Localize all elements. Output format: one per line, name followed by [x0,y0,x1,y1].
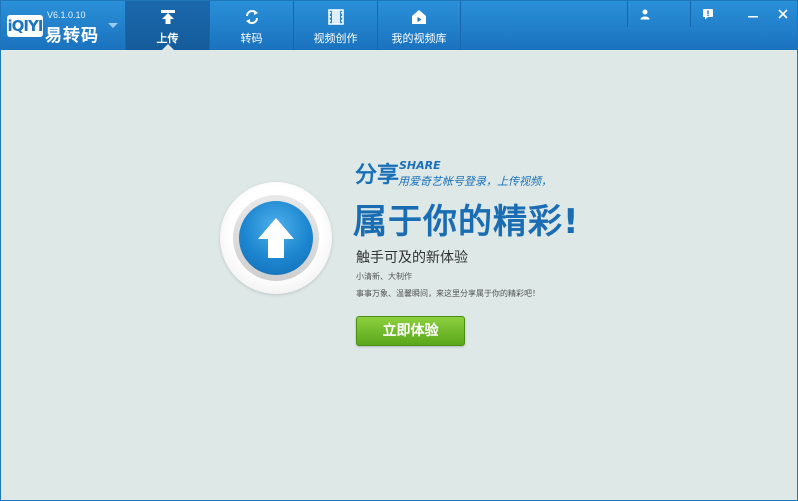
tab-my-library-label: 我的视频库 [391,32,447,45]
close-icon [777,9,788,19]
alert-icon [702,9,713,20]
active-tab-indicator [161,44,174,50]
top-bar: iQIYI V6.1.0.10 易转码 上传 转码 视频创作 我的视频库 [1,1,797,50]
try-now-button[interactable]: 立即体验 [356,316,465,346]
minimize-icon [748,16,758,18]
film-icon [327,9,344,25]
iqiyi-logo: iQIYI [7,15,43,37]
hero-core [239,201,313,275]
app-version: V6.1.0.10 [47,10,86,20]
promo-headline: 属于你的精彩! [353,202,580,242]
minimize-button[interactable] [738,1,768,27]
app-logo[interactable]: iQIYI V6.1.0.10 易转码 [7,9,119,46]
tab-my-library[interactable]: 我的视频库 [377,1,461,50]
refresh-icon [245,10,258,24]
tab-upload[interactable]: 上传 [125,1,209,50]
share-english: SHARE [399,159,441,172]
home-icon [412,10,426,24]
user-button[interactable] [627,1,661,27]
promo-line-2: 事事万象、温馨瞬间，来这里分享属于你的精彩吧！ [356,289,540,298]
close-button[interactable] [768,1,797,27]
tab-video-create[interactable]: 视频创作 [293,1,377,50]
app-name: 易转码 [45,26,99,46]
share-subtext: 用爱奇艺帐号登录，上传视频， [398,175,552,188]
promo-subtitle: 触手可及的新体验 [356,250,468,266]
user-icon [640,9,649,20]
tab-transcode-label: 转码 [240,32,263,45]
upload-icon [160,10,175,24]
tab-video-create-label: 视频创作 [313,32,358,45]
tab-transcode[interactable]: 转码 [209,1,293,50]
chevron-down-icon[interactable] [108,23,118,28]
upload-hero-button[interactable] [220,182,332,294]
feedback-button[interactable] [690,1,724,27]
share-title: 分享 [355,163,400,188]
promo-line-1: 小清新、大制作 [356,272,412,281]
app-window: iQIYI V6.1.0.10 易转码 上传 转码 视频创作 我的视频库 分享 … [0,0,798,501]
arrow-up-icon [258,218,294,258]
